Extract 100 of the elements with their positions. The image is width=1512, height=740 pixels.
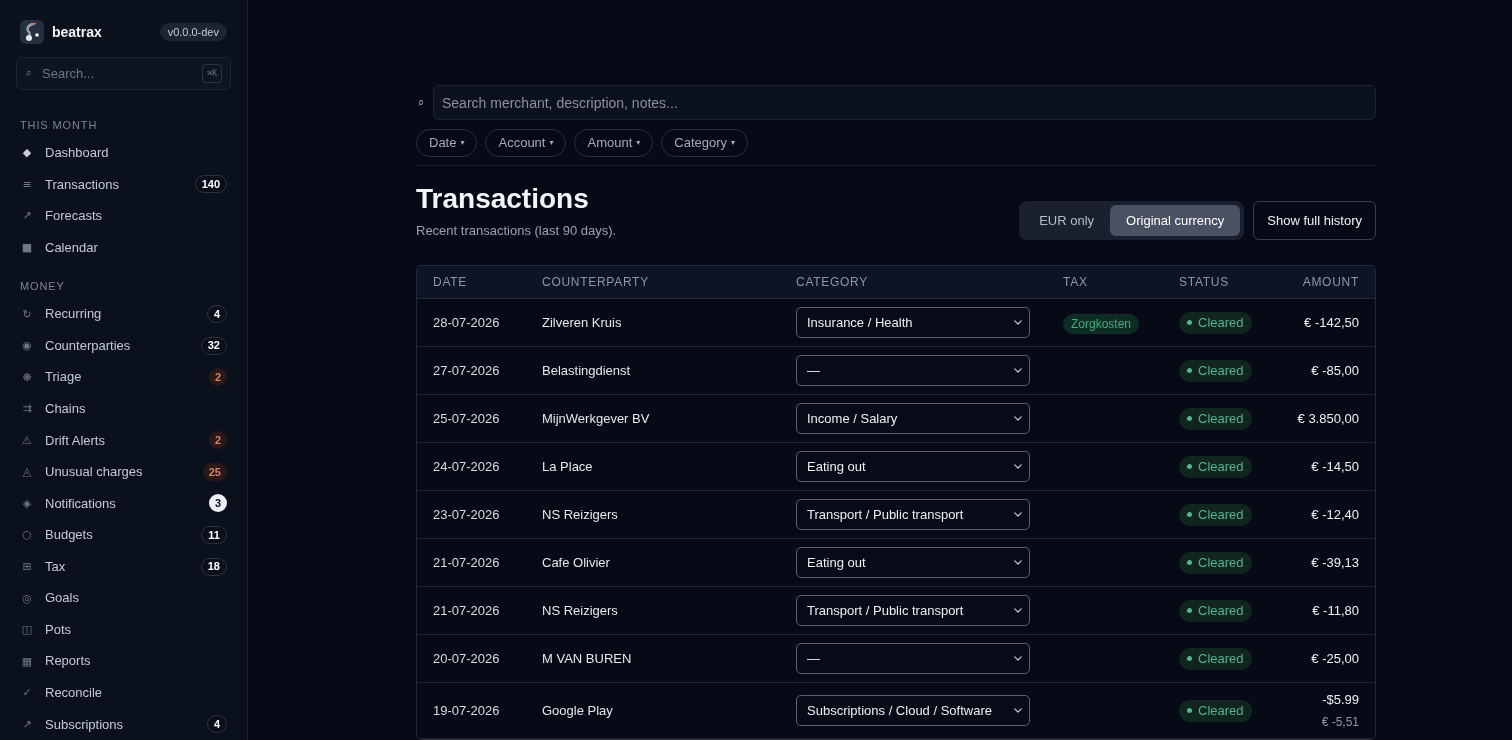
status-text: Cleared <box>1198 553 1244 572</box>
nav-item[interactable]: ◎ Goals <box>20 588 227 608</box>
history-button[interactable]: Show full history <box>1253 201 1376 240</box>
category-select[interactable]: Eating out <box>796 451 1030 482</box>
tax-tag: Zorgkosten <box>1063 313 1140 334</box>
nav-item[interactable]: ◬ Unusual charges <box>20 462 203 482</box>
amount-text: € 3.850,00 <box>1297 409 1359 428</box>
page-subtitle: Recent transactions (last 90 days). <box>416 222 617 240</box>
amount-text: -$5.99 <box>1322 691 1359 709</box>
app-name: beatrax <box>52 22 102 42</box>
caret-icon: ▾ <box>460 139 465 147</box>
count-badge: 18 <box>200 557 227 576</box>
nav-item[interactable]: ▦ Reports <box>20 651 227 671</box>
nav-item[interactable]: ◉ Counterparties <box>20 335 201 356</box>
arrow-icon: ↗ <box>20 210 34 222</box>
status-text: Cleared <box>1198 313 1244 332</box>
chevron-down-icon <box>1014 656 1022 661</box>
chevron-down-icon <box>1014 464 1022 469</box>
count-badge: 2 <box>208 431 227 450</box>
nav-item[interactable]: ❋ Triage <box>20 367 209 387</box>
status-text: Cleared <box>1198 457 1244 476</box>
grid-icon: ⊞ <box>20 561 34 573</box>
date-text: 23-07-2026 <box>433 505 500 524</box>
nav-item[interactable]: ✓ Reconcile <box>20 683 227 703</box>
double-arrow-icon: ⇉ <box>20 403 34 415</box>
chevron-down-icon <box>1014 320 1022 325</box>
date-text: 24-07-2026 <box>433 457 500 476</box>
amount-text: € -39,13 <box>1311 553 1359 572</box>
status-text: Cleared <box>1198 409 1244 428</box>
category-select[interactable]: Insurance / Health <box>796 307 1030 338</box>
nav-item[interactable]: ⚠ Drift Alerts <box>20 430 209 451</box>
count-badge: 4 <box>206 715 227 734</box>
nav-item[interactable]: ⇉ Chains <box>20 398 227 419</box>
version-badge: v0.0.0-dev <box>159 23 227 41</box>
caret-icon: ▾ <box>731 139 736 147</box>
column-header: TAX <box>1063 274 1088 291</box>
count-badge: 25 <box>202 462 227 481</box>
date-text: 27-07-2026 <box>433 361 500 380</box>
column-header: CATEGORY <box>796 274 868 291</box>
counterparty-name: Cafe Olivier <box>542 553 610 572</box>
chevron-down-icon <box>1014 512 1022 517</box>
nav-item[interactable]: ■ Calendar <box>20 237 227 258</box>
counterparty-name: Google Play <box>542 701 613 720</box>
nav-item[interactable]: ◈ Notifications <box>20 493 209 514</box>
nav-item[interactable]: ↗ Subscriptions <box>20 714 207 735</box>
chevron-down-icon <box>1014 368 1022 373</box>
triangle-icon: ◬ <box>20 466 34 478</box>
search-icon: ⌕ <box>416 97 433 108</box>
category-select[interactable]: Eating out <box>796 547 1030 578</box>
chevron-down-icon <box>1014 416 1022 421</box>
status-text: Cleared <box>1198 601 1244 620</box>
status-text: Cleared <box>1198 701 1244 720</box>
count-badge: 3 <box>208 494 227 513</box>
search-icon: ⌕ <box>26 68 32 78</box>
nav-item[interactable]: ◫ Pots <box>20 619 227 640</box>
count-badge: 140 <box>194 175 227 194</box>
search-input[interactable]: Search merchant, description, notes... <box>433 85 1376 120</box>
category-select[interactable]: Income / Salary <box>796 403 1030 434</box>
nav-item[interactable]: ↻ Recurring <box>20 304 207 324</box>
date-text: 21-07-2026 <box>433 553 500 572</box>
check-icon: ✓ <box>20 687 34 699</box>
category-select[interactable]: — <box>796 643 1030 674</box>
diamond-icon: ◆ <box>20 147 34 159</box>
category-select[interactable]: — <box>796 355 1030 386</box>
logo-icon <box>20 20 44 44</box>
arrow-icon: ↗ <box>20 718 34 730</box>
converted-amount-text: € -5,51 <box>1321 714 1359 731</box>
nav-item[interactable]: ≡ Transactions <box>20 174 195 195</box>
chevron-down-icon <box>1014 708 1022 713</box>
square-icon: ■ <box>20 241 34 253</box>
amount-text: € -85,00 <box>1311 361 1359 380</box>
circle-icon: ○ <box>20 529 34 541</box>
amount-text: € -25,00 <box>1311 649 1359 668</box>
refresh-icon: ↻ <box>20 308 34 320</box>
caret-icon: ▾ <box>636 139 641 147</box>
nav-item[interactable]: ⊞ Tax <box>20 556 201 577</box>
nav-item[interactable]: ○ Budgets <box>20 525 202 545</box>
count-badge: 4 <box>206 305 227 324</box>
category-select[interactable]: Transport / Public transport <box>796 595 1030 626</box>
page-title: Transactions <box>416 182 590 216</box>
nav-item[interactable]: ◆ Dashboard <box>20 143 227 163</box>
chevron-down-icon <box>1014 608 1022 613</box>
diamond-dot-icon: ◈ <box>20 497 34 509</box>
status-text: Cleared <box>1198 649 1244 668</box>
count-badge: 32 <box>200 336 227 355</box>
category-select[interactable]: Transport / Public transport <box>796 499 1030 530</box>
category-select[interactable]: Subscriptions / Cloud / Software <box>796 695 1030 726</box>
date-text: 21-07-2026 <box>433 601 500 620</box>
amount-text: € -142,50 <box>1304 313 1359 332</box>
amount-text: € -14,50 <box>1311 457 1359 476</box>
date-text: 28-07-2026 <box>433 313 500 332</box>
section-heading: MONEY <box>19 279 66 294</box>
segment-button[interactable]: Original currency <box>1110 205 1241 236</box>
date-text: 20-07-2026 <box>433 649 500 668</box>
date-text: 19-07-2026 <box>433 701 500 720</box>
counterparty-name: Zilveren Kruis <box>542 313 622 332</box>
count-badge: 11 <box>201 525 227 544</box>
segment-button[interactable]: EUR only <box>1023 205 1111 236</box>
amount-text: € -12,40 <box>1311 505 1359 524</box>
nav-item[interactable]: ↗ Forecasts <box>20 206 227 226</box>
